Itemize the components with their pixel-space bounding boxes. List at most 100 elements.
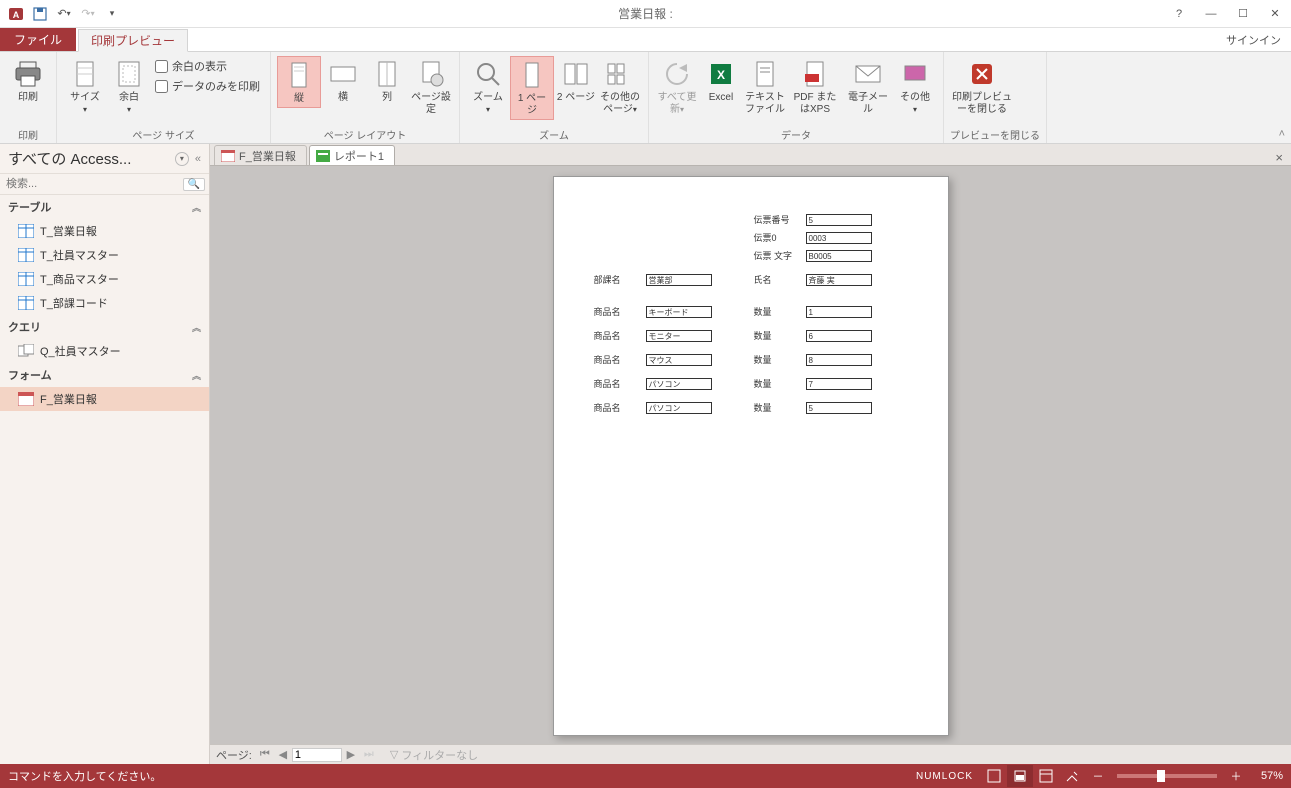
nav-search-input[interactable]	[4, 176, 183, 192]
page-number-input[interactable]	[292, 748, 342, 762]
columns-button[interactable]: 列	[365, 56, 409, 106]
nav-collapse-icon[interactable]: «	[195, 153, 201, 165]
two-pages-button[interactable]: 2 ページ	[554, 56, 598, 106]
view-report-icon[interactable]	[981, 765, 1007, 787]
more-pages-icon	[604, 58, 636, 90]
close-tab-icon[interactable]: ×	[1275, 150, 1283, 165]
zoom-percent: 57%	[1249, 770, 1283, 782]
field-label: 伝票番号	[754, 213, 806, 226]
nav-item-q-shain[interactable]: Q_社員マスター	[0, 339, 209, 363]
zoom-button[interactable]: ズーム▾	[466, 56, 510, 118]
page-label: ページ:	[216, 747, 252, 763]
landscape-button[interactable]: 横	[321, 56, 365, 106]
last-page-button[interactable]: ⏭	[360, 748, 378, 761]
text-file-icon	[749, 58, 781, 90]
other-icon	[899, 58, 931, 90]
access-app-icon[interactable]: A	[4, 2, 28, 26]
nav-item-t-bukacode[interactable]: T_部課コード	[0, 291, 209, 315]
portrait-icon	[283, 59, 315, 91]
one-page-icon	[516, 59, 548, 91]
search-icon[interactable]: 🔍	[183, 178, 205, 191]
nav-item-f-eigyou[interactable]: F_営業日報	[0, 387, 209, 411]
field-value: 5	[806, 214, 872, 226]
save-icon[interactable]	[28, 2, 52, 26]
nav-filter-dropdown-icon[interactable]: ▾	[175, 152, 189, 166]
nav-category-forms[interactable]: フォーム︽	[0, 363, 209, 387]
zoom-icon	[472, 58, 504, 90]
size-button[interactable]: サイズ▾	[63, 56, 107, 118]
doc-tab-form[interactable]: F_営業日報	[214, 145, 307, 165]
nav-item-t-eigyou[interactable]: T_営業日報	[0, 219, 209, 243]
field-value: 1	[806, 306, 872, 318]
svg-text:A: A	[13, 10, 20, 20]
field-value: パソコン	[646, 402, 712, 414]
tab-print-preview[interactable]: 印刷プレビュー	[78, 29, 188, 52]
status-bar: コマンドを入力してください。 NUMLOCK － ＋ 57%	[0, 764, 1291, 788]
ribbon-tab-strip: ファイル 印刷プレビュー サインイン	[0, 28, 1291, 52]
text-file-button[interactable]: テキストファイル	[743, 56, 787, 118]
show-margin-checkbox[interactable]: 余白の表示	[155, 56, 260, 76]
other-export-button[interactable]: その他▾	[893, 56, 937, 118]
pdf-xps-button[interactable]: PDF またはXPS	[787, 56, 843, 118]
nav-header: すべての Access... ▾ «	[0, 144, 209, 174]
form-icon	[221, 150, 235, 162]
zoom-slider-thumb[interactable]	[1157, 770, 1165, 782]
view-design-icon[interactable]	[1059, 765, 1085, 787]
navigation-pane: すべての Access... ▾ « 🔍 テーブル︽ T_営業日報 T_社員マス…	[0, 144, 210, 764]
redo-icon[interactable]: ↷▾	[76, 2, 100, 26]
prev-page-button[interactable]: ◀	[274, 748, 292, 761]
view-print-preview-icon[interactable]	[1007, 765, 1033, 787]
preview-canvas[interactable]: 伝票番号5 伝票00003 伝票 文字B0005 部課名営業部 氏名斉藤 実 商…	[210, 166, 1291, 744]
close-icon[interactable]: ✕	[1259, 0, 1291, 28]
next-page-button[interactable]: ▶	[342, 748, 360, 761]
refresh-icon	[661, 58, 693, 90]
print-button[interactable]: 印刷	[6, 56, 50, 106]
nav-category-queries[interactable]: クエリ︽	[0, 315, 209, 339]
help-icon[interactable]: ?	[1163, 0, 1195, 28]
zoom-out-button[interactable]: －	[1085, 765, 1111, 787]
zoom-slider[interactable]	[1117, 774, 1217, 778]
zoom-in-button[interactable]: ＋	[1223, 765, 1249, 787]
view-layout-icon[interactable]	[1033, 765, 1059, 787]
field-label: 商品名	[594, 377, 646, 390]
collapse-ribbon-icon[interactable]: ˄	[1279, 128, 1285, 140]
one-page-button[interactable]: 1 ページ	[510, 56, 554, 120]
nav-item-t-shouhin[interactable]: T_商品マスター	[0, 267, 209, 291]
maximize-icon[interactable]: ☐	[1227, 0, 1259, 28]
field-value: 8	[806, 354, 872, 366]
field-label: 商品名	[594, 353, 646, 366]
doc-tab-report[interactable]: レポート1	[309, 145, 395, 165]
nav-item-t-shain[interactable]: T_社員マスター	[0, 243, 209, 267]
chevron-up-icon: ︽	[192, 321, 201, 334]
query-icon	[18, 344, 34, 358]
minimize-icon[interactable]: —	[1195, 0, 1227, 28]
close-preview-icon	[966, 58, 998, 90]
more-pages-button[interactable]: その他のページ▾	[598, 56, 642, 118]
nav-category-tables[interactable]: テーブル︽	[0, 195, 209, 219]
nav-title: すべての Access...	[8, 148, 171, 169]
tab-file[interactable]: ファイル	[0, 28, 76, 51]
close-preview-button[interactable]: 印刷プレビューを閉じる	[950, 56, 1014, 118]
report-row: 商品名パソコン数量7	[594, 377, 914, 395]
window-controls: ? — ☐ ✕	[1163, 0, 1291, 28]
first-page-button[interactable]: ⏮	[256, 748, 274, 761]
email-button[interactable]: 電子メール	[843, 56, 893, 118]
portrait-button[interactable]: 縦	[277, 56, 321, 108]
undo-icon[interactable]: ↶▾	[52, 2, 76, 26]
ribbon-group-page-size: サイズ▾ 余白▾ 余白の表示 データのみを印刷 ページ サイズ	[57, 52, 271, 143]
field-value: 7	[806, 378, 872, 390]
excel-button[interactable]: X Excel	[699, 56, 743, 106]
filter-icon: ▽	[390, 748, 398, 761]
field-value: 6	[806, 330, 872, 342]
page-setup-button[interactable]: ページ設定	[409, 56, 453, 118]
refresh-all-button[interactable]: すべて更新▾	[655, 56, 699, 118]
document-tabs: F_営業日報 レポート1 ×	[210, 144, 1291, 166]
customize-qat-icon[interactable]: ▾	[100, 2, 124, 26]
field-label: 商品名	[594, 305, 646, 318]
data-only-checkbox[interactable]: データのみを印刷	[155, 76, 260, 96]
chevron-up-icon: ︽	[192, 201, 201, 214]
report-page: 伝票番号5 伝票00003 伝票 文字B0005 部課名営業部 氏名斉藤 実 商…	[553, 176, 949, 736]
margin-button[interactable]: 余白▾	[107, 56, 151, 118]
quick-access-toolbar: A ↶▾ ↷▾ ▾	[0, 2, 128, 26]
sign-in-link[interactable]: サインイン	[1216, 28, 1291, 51]
